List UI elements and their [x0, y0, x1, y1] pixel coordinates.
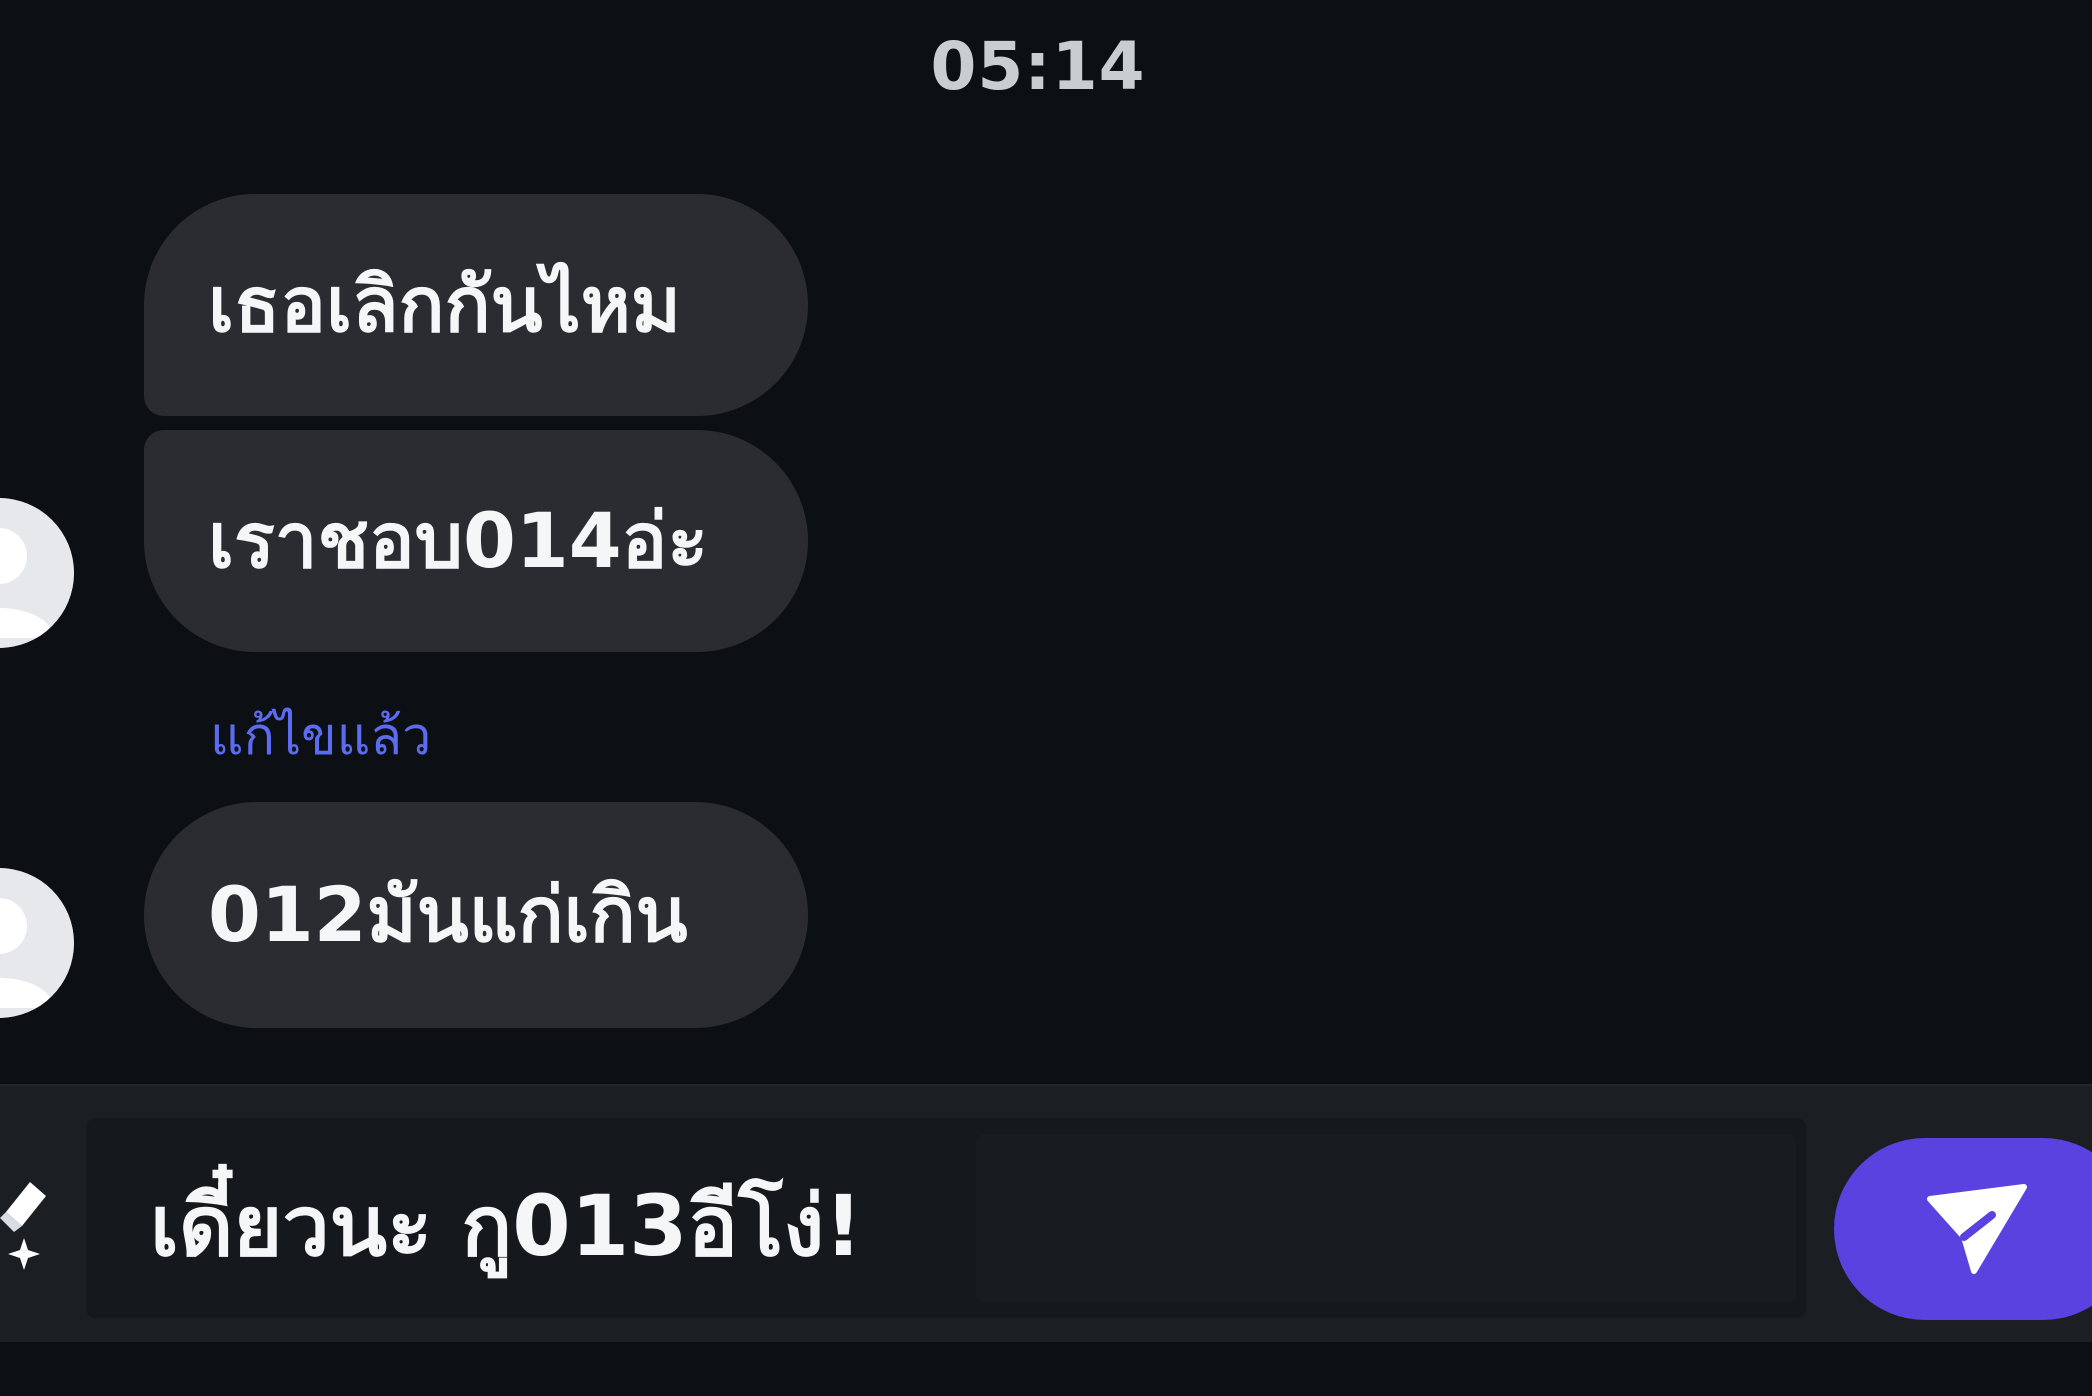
message-bubble[interactable]: เธอเลิกกันไหม [144, 194, 808, 416]
default-avatar-icon [0, 868, 74, 1018]
pencil-sparkle-icon [0, 1182, 46, 1270]
send-button[interactable] [1834, 1138, 2092, 1320]
default-avatar-icon [0, 498, 74, 648]
ai-edit-icon[interactable] [0, 1162, 70, 1272]
message-composer: เดี๋ยวนะ กู013อีโง่! [0, 1084, 2092, 1344]
message-bubble[interactable]: 012มันแก่เกิน [144, 802, 808, 1028]
draft-text[interactable]: เดี๋ยวนะ กู013อีโง่! [150, 1158, 863, 1292]
avatar[interactable] [0, 498, 74, 648]
send-icon [1927, 1184, 2027, 1274]
message-text: 012มันแก่เกิน [208, 870, 688, 959]
bottom-bar [0, 1342, 2092, 1396]
message-input-shade [976, 1134, 1796, 1302]
edited-label: แก้ไขแล้ว [210, 707, 432, 767]
message-text: เธอเลิกกันไหม [208, 260, 681, 349]
message-text: เราชอบ014อ่ะ [208, 496, 709, 585]
avatar[interactable] [0, 868, 74, 1018]
message-timestamp: 05:14 [930, 28, 1146, 105]
chat-area: 05:14 เธอเลิกกันไหม เราชอบ014อ่ะ แก้ไขแล… [0, 0, 2092, 1084]
message-bubble[interactable]: เราชอบ014อ่ะ [144, 430, 808, 652]
